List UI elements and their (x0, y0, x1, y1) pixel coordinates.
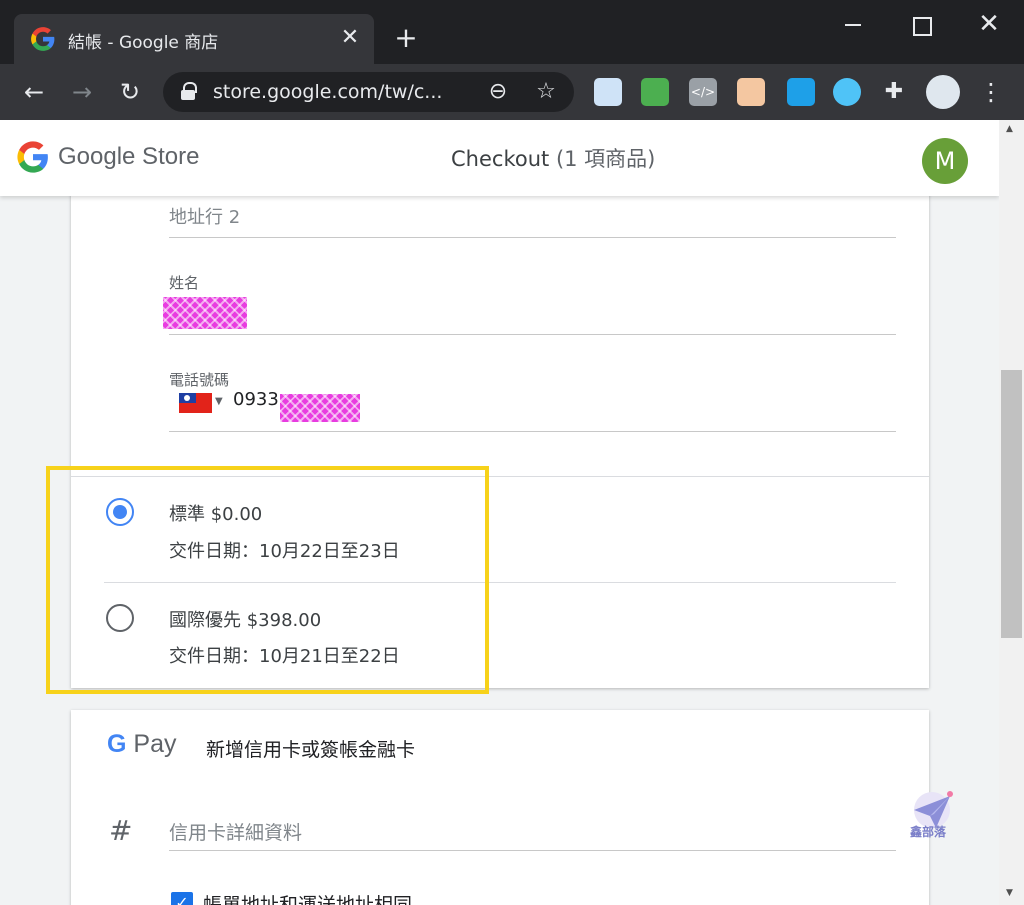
browser-toolbar: ← → ↻ store.google.com/tw/c... ⊖ ☆ </> ✚… (0, 64, 1024, 120)
taiwan-flag-icon[interactable] (179, 393, 212, 413)
extensions-puzzle-icon[interactable]: ✚ (880, 78, 908, 106)
phone-label: 電話號碼 (169, 371, 230, 389)
reload-icon[interactable]: ↻ (114, 76, 146, 108)
name-label: 姓名 (169, 274, 200, 292)
browser-profile-avatar[interactable] (926, 75, 960, 109)
address-line2-input[interactable]: 地址行 2 (169, 203, 240, 229)
bookmark-star-icon[interactable]: ☆ (533, 79, 559, 105)
window-close-icon[interactable]: ✕ (974, 10, 1004, 40)
section-divider (71, 476, 929, 477)
back-arrow-icon[interactable]: ← (18, 76, 50, 108)
country-dropdown-icon[interactable]: ▼ (215, 396, 223, 407)
shipping-card: 地址行 2 姓名 電話號碼 ▼ 0933 標準 $0.00 交件日期：10月22… (71, 120, 929, 688)
extension-code-icon[interactable]: </> (689, 78, 717, 106)
extension-mail-check-icon[interactable] (641, 78, 669, 106)
shipping-standard-date: 交件日期：10月22日至23日 (169, 541, 400, 562)
watermark-text: 鑫部落 (910, 825, 947, 839)
same-address-label[interactable]: 帳單地址和運送地址相同 (203, 890, 412, 905)
forward-arrow-icon[interactable]: → (66, 76, 98, 108)
google-favicon-icon (31, 27, 55, 51)
address-line2-underline (169, 237, 896, 238)
lock-icon[interactable] (181, 82, 197, 100)
same-address-checkbox[interactable]: ✓ (171, 892, 193, 905)
scroll-down-icon[interactable]: ▼ (1006, 888, 1013, 898)
name-underline (169, 334, 896, 335)
store-name[interactable]: Google Store (58, 143, 199, 171)
item-count: (1 項商品) (555, 147, 656, 171)
google-logo-icon[interactable] (16, 140, 50, 174)
browser-tab[interactable]: 結帳 - Google 商店 ✕ (14, 14, 374, 64)
page-scrollbar[interactable]: ▲ ▼ (999, 120, 1024, 905)
new-tab-button[interactable]: + (392, 24, 420, 52)
title-bar: 結帳 - Google 商店 ✕ + ✕ (0, 0, 1024, 64)
shipping-priority-date: 交件日期：10月21日至22日 (169, 646, 400, 667)
phone-underline (169, 431, 896, 432)
tab-close-icon[interactable]: ✕ (336, 24, 364, 52)
shipping-standard-radio[interactable] (106, 498, 134, 526)
card-number-icon: # (109, 814, 133, 847)
option-divider (104, 582, 896, 583)
phone-prefix[interactable]: 0933 (233, 389, 279, 410)
checkout-label: Checkout (451, 147, 550, 171)
google-pay-logo: G Pay (107, 730, 177, 758)
shipping-standard-title[interactable]: 標準 $0.00 (169, 500, 262, 526)
scroll-thumb[interactable] (1001, 370, 1022, 638)
url-text[interactable]: store.google.com/tw/c... (213, 81, 463, 103)
phone-redacted-value[interactable] (280, 394, 360, 422)
card-details-underline (169, 850, 896, 851)
payment-card: G Pay 新增信用卡或簽帳金融卡 # 信用卡詳細資料 ✓ 帳單地址和運送地址相… (71, 710, 929, 905)
card-details-input[interactable]: 信用卡詳細資料 (169, 818, 302, 845)
tab-title: 結帳 - Google 商店 (68, 33, 219, 53)
scroll-up-icon[interactable]: ▲ (1006, 124, 1013, 134)
shipping-priority-radio[interactable] (106, 604, 134, 632)
extension-face-icon[interactable] (737, 78, 765, 106)
address-bar[interactable]: store.google.com/tw/c... ⊖ ☆ (163, 72, 574, 112)
extension-search-icon[interactable] (833, 78, 861, 106)
store-header: Google Store Checkout (1 項商品) M (0, 120, 999, 196)
extension-share-icon[interactable] (787, 78, 815, 106)
user-avatar[interactable]: M (922, 138, 968, 184)
extension-notes-icon[interactable] (594, 78, 622, 106)
page-title: Checkout (1 項商品) (451, 143, 655, 173)
zoom-out-icon[interactable]: ⊖ (485, 79, 511, 105)
name-redacted-value[interactable] (163, 297, 247, 329)
page-viewport: Google Store Checkout (1 項商品) M 地址行 2 姓名… (0, 120, 1024, 905)
minimize-icon[interactable] (838, 10, 868, 40)
maximize-icon[interactable] (906, 10, 936, 40)
browser-menu-icon[interactable]: ⋮ (978, 76, 1004, 108)
shipping-priority-title[interactable]: 國際優先 $398.00 (169, 606, 321, 632)
add-card-heading: 新增信用卡或簽帳金融卡 (206, 739, 416, 761)
